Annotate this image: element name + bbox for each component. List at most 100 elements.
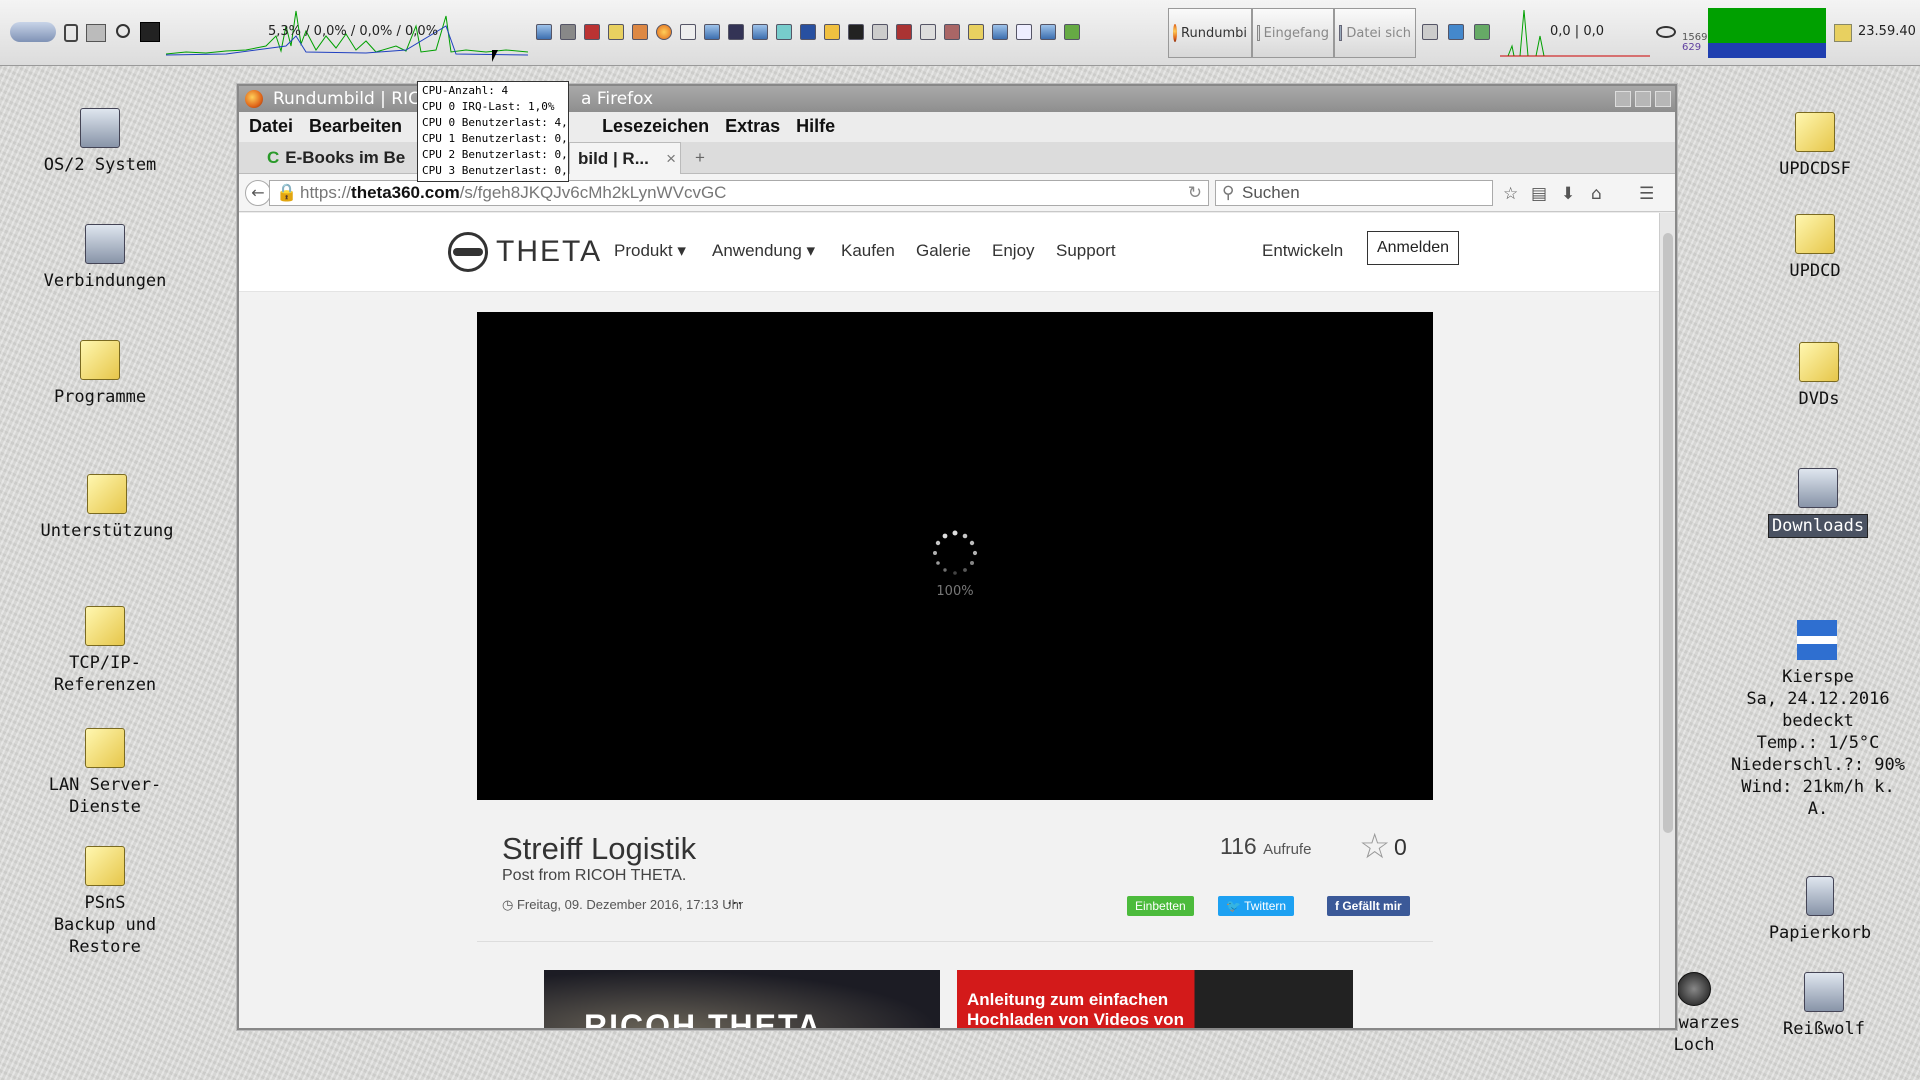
library-icon[interactable]: ▤ bbox=[1531, 184, 1547, 204]
desktop-icon-trash[interactable]: Papierkorb bbox=[1762, 876, 1878, 944]
nav-galerie[interactable]: Galerie bbox=[916, 241, 971, 261]
hide-button[interactable] bbox=[1615, 91, 1631, 107]
url-bar[interactable]: 🔒 https://theta360.com/s/fgeh8JKQJv6cMh2… bbox=[269, 180, 1209, 206]
bookmark-star-icon[interactable]: ☆ bbox=[1503, 184, 1518, 204]
desktop-icon-support[interactable]: Unterstützung bbox=[30, 474, 184, 542]
embed-button[interactable]: Einbetten bbox=[1127, 896, 1194, 916]
window-icon[interactable] bbox=[776, 24, 792, 40]
desktop-icon-lan-server[interactable]: LAN Server-Dienste bbox=[20, 728, 190, 818]
terminal-icon[interactable] bbox=[140, 22, 160, 42]
reload-icon[interactable]: ↻ bbox=[1188, 181, 1202, 205]
stats-icon[interactable] bbox=[1040, 24, 1056, 40]
connection-icon[interactable] bbox=[1422, 24, 1438, 40]
tweet-button[interactable]: 🐦 Twittern bbox=[1218, 896, 1295, 916]
vertical-scrollbar[interactable] bbox=[1659, 213, 1675, 1028]
panorama-viewer[interactable]: 100% bbox=[477, 312, 1433, 800]
firefox-window[interactable]: Rundumbild | RIC a Firefox Datei Bearbei… bbox=[237, 84, 1677, 1030]
nav-enjoy[interactable]: Enjoy bbox=[992, 241, 1035, 261]
login-button[interactable]: Anmelden bbox=[1367, 231, 1459, 265]
desktop-icon-shredder[interactable]: Reißwolf bbox=[1774, 972, 1874, 1040]
nav-support[interactable]: Support bbox=[1056, 241, 1116, 261]
wireless-icon[interactable] bbox=[1448, 24, 1464, 40]
weather-widget[interactable]: Kierspe Sa, 24.12.2016 bedeckt Temp.: 1/… bbox=[1728, 622, 1908, 820]
monitor-icon[interactable] bbox=[1834, 24, 1852, 42]
task-button-capture[interactable]: Eingefang bbox=[1252, 8, 1334, 58]
note-icon[interactable] bbox=[608, 24, 624, 40]
search-input[interactable]: ⚲ Suchen bbox=[1215, 180, 1493, 206]
back-button[interactable]: ← bbox=[245, 180, 271, 206]
menu-bookmarks[interactable]: Lesezeichen bbox=[602, 116, 709, 137]
search-icon: ⚲ bbox=[1222, 183, 1235, 202]
menu-edit[interactable]: Bearbeiten bbox=[309, 116, 402, 137]
lock-icon[interactable] bbox=[64, 24, 78, 42]
settings-icon[interactable] bbox=[944, 24, 960, 40]
editor-icon[interactable] bbox=[632, 24, 648, 40]
nav-anwendung[interactable]: Anwendung ▾ bbox=[712, 241, 815, 261]
post-date: ◷ Freitag, 09. Dezember 2016, 17:13 Uhr bbox=[502, 897, 744, 912]
desktop-icon[interactable] bbox=[800, 24, 816, 40]
close-button[interactable] bbox=[1655, 91, 1671, 107]
lock-icon: 🔒 bbox=[276, 183, 298, 202]
home-icon[interactable]: ⌂ bbox=[1591, 184, 1602, 204]
more-options-button[interactable]: ... bbox=[727, 889, 742, 908]
document-icon[interactable] bbox=[680, 24, 696, 40]
vnc-icon[interactable] bbox=[824, 24, 840, 40]
download-icon[interactable]: ⬇ bbox=[1561, 184, 1575, 204]
desktop-icon-os2-system[interactable]: OS/2 System bbox=[30, 108, 170, 176]
backup-folder-icon bbox=[85, 846, 125, 886]
theta-logo[interactable]: THETA bbox=[448, 232, 602, 272]
desktop-icon-updcdsf[interactable]: UPDCDSF bbox=[1760, 112, 1870, 180]
top-panel: 5,3% / 0,0% / 0,0% / 0,0% Rundumbi Einge… bbox=[0, 0, 1920, 66]
clock[interactable]: 23.59.40 bbox=[1858, 24, 1916, 39]
network-icon[interactable] bbox=[752, 24, 768, 40]
desktop-icon-dvds[interactable]: DVDs bbox=[1764, 342, 1874, 410]
nav-produkt[interactable]: Produkt ▾ bbox=[614, 241, 686, 261]
favorite-star-icon[interactable]: ☆ bbox=[1359, 827, 1390, 867]
picture-icon[interactable] bbox=[728, 24, 744, 40]
scrollbar-thumb[interactable] bbox=[1663, 233, 1673, 833]
save-icon bbox=[1339, 25, 1343, 41]
nav-entwickeln[interactable]: Entwickeln bbox=[1262, 241, 1343, 261]
keyboard-icon[interactable] bbox=[848, 24, 864, 40]
new-tab-button[interactable]: + bbox=[687, 142, 713, 174]
drives-icon[interactable] bbox=[1474, 24, 1490, 40]
tab-theta[interactable]: bild | R... × bbox=[569, 142, 681, 174]
hamburger-menu-icon[interactable]: ☰ bbox=[1639, 184, 1654, 204]
desktop-icon-updcd[interactable]: UPDCD bbox=[1760, 214, 1870, 282]
related-thumbnail-2[interactable]: Anleitung zum einfachen Hochladen von Vi… bbox=[957, 970, 1353, 1028]
search-icon[interactable] bbox=[116, 24, 130, 38]
close-tab-icon[interactable]: × bbox=[666, 143, 676, 174]
facebook-like-button[interactable]: f Gefällt mir bbox=[1327, 896, 1410, 916]
chart-icon[interactable] bbox=[1016, 24, 1032, 40]
os2-logo-icon[interactable] bbox=[10, 22, 56, 42]
related-thumbnail-1[interactable]: RICOH THETA bbox=[544, 970, 940, 1028]
desktop-icon-programs[interactable]: Programme bbox=[30, 340, 170, 408]
eye-icon[interactable] bbox=[1656, 26, 1676, 38]
drive-icon[interactable] bbox=[86, 24, 106, 42]
tab-ebooks[interactable]: C E-Books im Be bbox=[259, 142, 419, 174]
task-button-firefox[interactable]: Rundumbi bbox=[1168, 8, 1252, 58]
desktop-icon-downloads[interactable]: Downloads bbox=[1758, 468, 1878, 538]
list-icon[interactable] bbox=[536, 24, 552, 40]
printer-icon[interactable] bbox=[920, 24, 936, 40]
desktop-icon-tcpip-references[interactable]: TCP/IP-Referenzen bbox=[20, 606, 190, 696]
firefox-icon[interactable] bbox=[656, 24, 672, 40]
gear-icon[interactable] bbox=[584, 24, 600, 40]
menu-help[interactable]: Hilfe bbox=[796, 116, 835, 137]
book-icon[interactable] bbox=[872, 24, 888, 40]
nav-kaufen[interactable]: Kaufen bbox=[841, 241, 895, 261]
monitor-icon[interactable] bbox=[704, 24, 720, 40]
folder-icon[interactable] bbox=[968, 24, 984, 40]
info-folder-icon bbox=[87, 474, 127, 514]
camera-icon[interactable] bbox=[896, 24, 912, 40]
task-button-save-file[interactable]: Datei sich bbox=[1334, 8, 1416, 58]
maximize-button[interactable] bbox=[1635, 91, 1651, 107]
memory-meter[interactable] bbox=[1708, 8, 1826, 58]
box-icon[interactable] bbox=[560, 24, 576, 40]
menu-tools[interactable]: Extras bbox=[725, 116, 780, 137]
network-folder-icon[interactable] bbox=[992, 24, 1008, 40]
desktop-icon-psns[interactable]: PSnS Backup und Restore bbox=[20, 846, 190, 958]
tree-icon[interactable] bbox=[1064, 24, 1080, 40]
menu-file[interactable]: Datei bbox=[249, 116, 293, 137]
desktop-icon-connections[interactable]: Verbindungen bbox=[30, 224, 180, 292]
